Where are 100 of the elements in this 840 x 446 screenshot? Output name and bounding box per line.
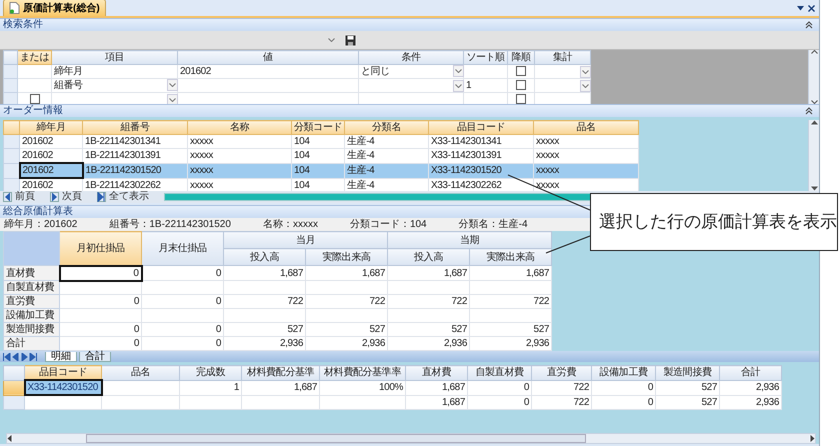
scroll-up-icon[interactable]	[810, 120, 818, 125]
column-header[interactable]: 名称	[188, 120, 292, 134]
table-cell: 1,687	[362, 268, 386, 278]
document-icon	[9, 2, 20, 14]
scroll-down-icon[interactable]	[810, 100, 818, 104]
table-cell: 1B-221142301520	[86, 165, 162, 176]
table-cell: 722	[370, 296, 386, 307]
dropdown-button[interactable]	[580, 80, 591, 92]
column-header[interactable]: 品名	[534, 120, 638, 134]
collapse-icon[interactable]	[805, 107, 813, 115]
column-header[interactable]: 材料費配分基準	[242, 366, 320, 380]
column-header[interactable]: 実際出来高	[306, 248, 388, 266]
column-header[interactable]: 品目コード	[24, 366, 102, 380]
column-header[interactable]: 月初仕掛品	[60, 232, 142, 266]
info-text: 組番号：1B-221142301520	[109, 218, 231, 232]
column-header[interactable]: 投入高	[224, 248, 306, 266]
column-header[interactable]: 直労費	[532, 366, 592, 380]
column-header[interactable]: 組番号	[82, 120, 188, 134]
column-header[interactable]: または	[18, 50, 52, 64]
table-cell: 1B-221142301391	[85, 150, 161, 162]
dropdown-button[interactable]	[167, 94, 178, 104]
column-header[interactable]: 直材費	[406, 366, 468, 380]
column-header[interactable]: 値	[178, 50, 358, 64]
table-cell: 722	[452, 296, 468, 307]
section-title: 検索条件	[3, 19, 43, 31]
column-header[interactable]: 自製直材費	[468, 366, 532, 380]
dropdown-button[interactable]	[453, 65, 464, 77]
row-header[interactable]	[4, 380, 24, 395]
column-header[interactable]: 集計	[534, 50, 590, 64]
table-cell: 527	[288, 324, 303, 335]
scrollbar[interactable]	[808, 50, 819, 104]
column-header[interactable]: 月末仕掛品	[142, 232, 224, 266]
table-cell: 2,936	[756, 382, 779, 393]
pager-button[interactable]: 前頁	[3, 192, 38, 202]
document-tab[interactable]: 原価計算表(総合)	[3, 0, 106, 16]
dropdown-button[interactable]	[580, 66, 591, 78]
column-header[interactable]: 設備加工費	[592, 366, 656, 380]
table-cell: 生産-4	[347, 150, 374, 162]
column-header[interactable]: 分類コード	[292, 120, 344, 134]
column-header[interactable]: 当期	[388, 232, 552, 248]
scrollbar[interactable]	[808, 120, 819, 191]
table-cell: 201602	[22, 180, 53, 191]
column-header[interactable]: 項目	[52, 50, 178, 64]
table-cell: 1	[466, 80, 472, 91]
column-header[interactable]: 材料費配分基準率	[320, 366, 406, 380]
column-header[interactable]: 当月	[224, 232, 388, 248]
column-header[interactable]: 条件	[358, 50, 464, 64]
scroll-right-icon[interactable]	[810, 435, 815, 442]
column-header[interactable]: 製造間接費	[656, 366, 720, 380]
table-cell: 1,687	[526, 268, 550, 278]
collapse-icon[interactable]	[805, 21, 813, 29]
column-header[interactable]: 降順	[508, 50, 534, 64]
table-cell: xxxxx	[190, 180, 214, 191]
table-cell: xxxxx	[190, 150, 214, 162]
table-cell: 2,936	[362, 338, 386, 349]
column-header[interactable]: 分類名	[344, 120, 428, 134]
row-label: 直材費	[6, 268, 35, 278]
row-label: 設備加工費	[6, 310, 54, 321]
column-header[interactable]: ソート順	[464, 50, 508, 64]
table-cell: 527	[702, 382, 717, 393]
checkbox[interactable]	[516, 66, 526, 76]
save-icon[interactable]	[345, 34, 356, 46]
dropdown-icon[interactable]	[797, 6, 804, 10]
checkbox[interactable]	[30, 94, 40, 104]
info-text: 分類コード：104	[350, 218, 427, 232]
section-title: オーダー情報	[3, 105, 63, 117]
table-cell: 1B-221142302262	[85, 180, 161, 191]
table-cell: 0	[216, 296, 221, 307]
column-header[interactable]: 締年月	[20, 120, 82, 134]
scroll-left-icon[interactable]	[7, 435, 12, 442]
column-header[interactable]: 品目コード	[428, 120, 534, 134]
row-label: 自製直材費	[6, 282, 54, 293]
table-row[interactable]: 201602 1B-221142301341 xxxxx 104 生産-4 X33-1142301341 xxxxx	[4, 134, 638, 148]
sheet-tab[interactable]: 明細	[45, 352, 77, 362]
scroll-thumb[interactable]	[86, 434, 586, 443]
pager-button[interactable]: 次頁	[50, 192, 85, 202]
scrollbar[interactable]	[6, 433, 816, 444]
table-cell: 1,687	[442, 396, 465, 408]
row-label: 直労費	[6, 296, 35, 307]
table-cell: 0	[524, 382, 529, 393]
sheet-tab[interactable]: 合計	[79, 352, 111, 362]
column-header[interactable]: 投入高	[388, 248, 470, 266]
dropdown-button[interactable]	[453, 80, 464, 92]
column-header[interactable]: 実際出来高	[470, 248, 552, 266]
column-header[interactable]: 完成数	[180, 366, 242, 380]
column-header[interactable]: 合計	[720, 366, 782, 380]
checkbox[interactable]	[516, 80, 526, 90]
column-header[interactable]: 品名	[102, 366, 180, 380]
scroll-up-icon[interactable]	[810, 50, 818, 54]
pager-button[interactable]: 全て表示	[97, 192, 152, 202]
table-row[interactable]: 201602 1B-221142301520 xxxxx 104 生産-4 X33-1142301520 xxxxx	[4, 163, 638, 178]
table-cell: 1,687	[294, 382, 317, 393]
dropdown-button[interactable]	[167, 79, 178, 91]
close-icon[interactable]	[808, 4, 815, 12]
table-cell: X33-1142301341	[431, 136, 502, 147]
table-cell: xxxxx	[536, 180, 560, 191]
table-cell: 722	[574, 396, 589, 408]
table-cell: 527	[702, 396, 717, 408]
table-cell: 104	[294, 150, 310, 162]
checkbox[interactable]	[516, 94, 526, 104]
